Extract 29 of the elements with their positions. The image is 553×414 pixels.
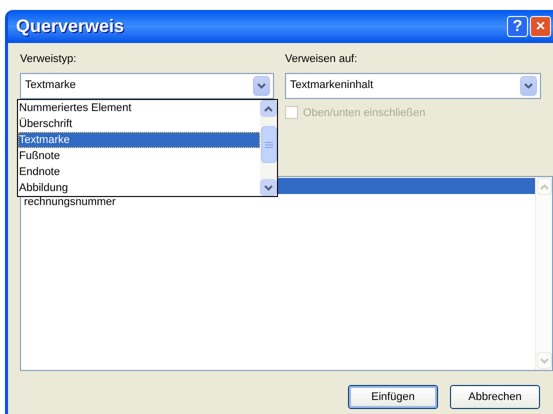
grip-icon [264,142,272,148]
chevron-down-icon [524,82,533,88]
dropdown-option[interactable]: Endnote [18,164,260,180]
insert-reference-dropdown[interactable]: Textmarkeninhalt [285,72,541,98]
field-label: Verweisen auf: [285,52,358,67]
window-title: Querverweis [16,15,126,38]
dropdown-option[interactable]: Fußnote [18,148,260,164]
chevron-up-icon [540,184,548,190]
scroll-thumb[interactable] [260,126,276,163]
dropdown-option[interactable]: Nummeriertes Element [18,100,260,116]
dialog-button[interactable]: Einfügen [348,385,438,409]
field-label: Verweistyp: [20,52,78,67]
chevron-down-icon [264,184,273,190]
dialog-button[interactable]: Abbrechen [450,385,540,409]
chevron-down-icon [257,82,266,88]
scroll-down-button[interactable] [260,179,277,196]
chevron-up-icon [264,106,273,112]
list-item[interactable]: rechnungsnummer [22,194,535,210]
dropdown-button[interactable] [253,76,270,96]
dropdown-option[interactable]: Abbildung [18,180,260,196]
dropdown-option[interactable]: Textmarke [18,132,260,148]
dropdown-option[interactable]: Überschrift [18,116,260,132]
chevron-down-icon [540,358,548,364]
reference-type-dropdown[interactable]: Textmarke [20,72,274,98]
help-button[interactable]: ? [507,16,528,37]
checkbox-label: Oben/unten einschließen [303,106,426,120]
close-button[interactable]: × [530,16,551,37]
scroll-up-button[interactable] [260,100,277,117]
dropdown-button[interactable] [520,76,537,96]
